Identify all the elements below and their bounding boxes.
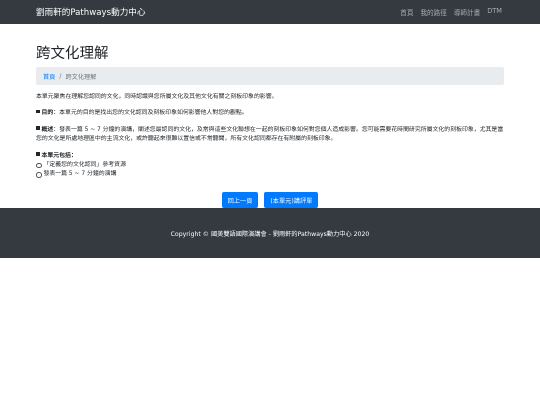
list-item-text: 發表一篇 5 ~ 7 分鐘的演講 bbox=[43, 171, 117, 178]
square-bullet-icon bbox=[36, 152, 40, 156]
nav-link-mentor-program[interactable]: 導師計畫 bbox=[454, 7, 480, 17]
circle-bullet-icon bbox=[36, 172, 42, 178]
breadcrumb-separator: / bbox=[59, 72, 62, 80]
intro-text: 本單元聚焦在理解您認同的文化，同時認識與您所屬文化及其他文化有關之刻板印象的影響… bbox=[36, 94, 278, 100]
breadcrumb-current: 跨文化理解 bbox=[65, 73, 97, 81]
nav-link-home[interactable]: 首頁 bbox=[400, 7, 413, 17]
goal-text: ：本單元的目的是找出您的文化認同及刻板印象如何影響他人對您的觀點。 bbox=[53, 110, 248, 117]
includes-section: 本單元包括： 「定義您的文化認同」參考資源 發表一篇 5 ~ 7 分鐘的演講 bbox=[36, 152, 504, 180]
overview-paragraph: 概述：發表一篇 5 ~ 7 分鐘的演講，闡述您最認同的文化，及常與這些文化聯想在… bbox=[36, 126, 504, 145]
footer: Copyright © 國美雙語國際演講會 - 劉雨軒的Pathways動力中心… bbox=[0, 208, 540, 258]
top-navbar: 劉雨軒的Pathways動力中心 首頁 我的路徑 導師計畫 DTM bbox=[0, 0, 540, 24]
copyright-text: Copyright © 國美雙語國際演講會 - 劉雨軒的Pathways動力中心… bbox=[170, 230, 370, 238]
list-item-text: 「定義您的文化認同」參考資源 bbox=[43, 162, 126, 169]
circle-bullet-icon bbox=[36, 162, 42, 169]
breadcrumb-home-link[interactable]: 首頁 bbox=[43, 72, 55, 81]
evaluation-form-button[interactable]: (本單元)講評單 bbox=[264, 192, 319, 208]
includes-label: 本單元包括： bbox=[41, 152, 77, 159]
square-bullet-icon bbox=[36, 126, 40, 130]
prev-page-button[interactable]: 回上一頁 bbox=[221, 192, 259, 208]
action-buttons: 回上一頁 (本單元)講評單 bbox=[0, 192, 540, 208]
goal-paragraph: 目的：本單元的目的是找出您的文化認同及刻板印象如何影響他人對您的觀點。 bbox=[36, 109, 504, 118]
overview-label: 概述 bbox=[41, 126, 54, 133]
brand-link[interactable]: 劉雨軒的Pathways動力中心 bbox=[36, 6, 146, 18]
list-item: 「定義您的文化認同」參考資源 bbox=[36, 161, 504, 170]
nav-link-my-path[interactable]: 我的路徑 bbox=[420, 7, 446, 17]
includes-heading: 本單元包括： bbox=[36, 152, 504, 161]
nav-links: 首頁 我的路徑 導師計畫 DTM bbox=[400, 7, 502, 17]
square-bullet-icon bbox=[36, 109, 40, 114]
overview-text: ：發表一篇 5 ~ 7 分鐘的演講，闡述您最認同的文化，及常與這些文化聯想在一起… bbox=[36, 126, 504, 143]
list-item: 發表一篇 5 ~ 7 分鐘的演講 bbox=[36, 170, 504, 179]
goal-label: 目的 bbox=[41, 110, 54, 117]
unit-content: 本單元聚焦在理解您認同的文化，同時認識與您所屬文化及其他文化有關之刻板印象的影響… bbox=[36, 93, 504, 180]
page-title: 跨文化理解 bbox=[36, 46, 109, 62]
breadcrumb: 首頁 / 跨文化理解 bbox=[36, 67, 504, 85]
nav-link-dtm[interactable]: DTM bbox=[487, 7, 502, 17]
